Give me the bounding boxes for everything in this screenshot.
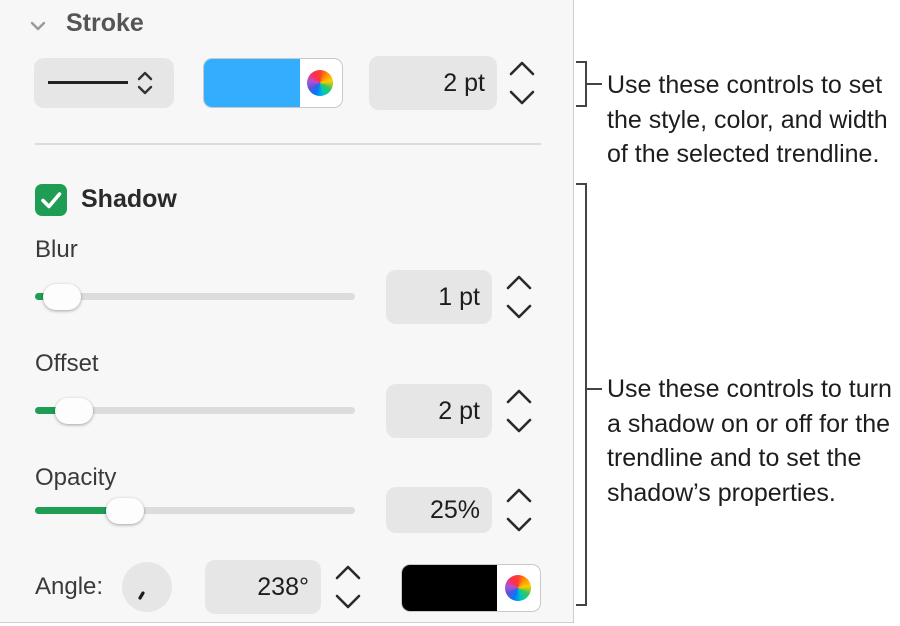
stroke-color-well[interactable] [203, 58, 343, 108]
shadow-callout-text: Use these controls to turn a shadow on o… [607, 375, 892, 507]
shadow-color-swatch [402, 565, 497, 611]
offset-slider-knob[interactable] [54, 398, 93, 424]
blur-slider-knob[interactable] [43, 284, 82, 310]
section-divider [35, 143, 541, 145]
shadow-callout-bracket [576, 183, 602, 606]
shadow-color-well[interactable] [401, 564, 541, 612]
stroke-callout-text: Use these controls to set the style, col… [607, 71, 888, 168]
stroke-section-title: Stroke [66, 9, 144, 37]
angle-value: 238° [257, 572, 309, 601]
updown-chevron-icon [137, 71, 153, 95]
shadow-section-title: Shadow [81, 185, 177, 213]
angle-stepper[interactable] [328, 561, 368, 613]
stroke-width-value: 2 pt [443, 68, 485, 97]
color-wheel-icon[interactable] [307, 70, 333, 96]
offset-stepper[interactable] [499, 385, 539, 437]
checkmark-icon [41, 192, 62, 209]
offset-value-field[interactable]: 2 pt [386, 384, 492, 438]
shadow-checkbox[interactable] [35, 184, 67, 216]
blur-value-field[interactable]: 1 pt [386, 270, 492, 324]
angle-value-field[interactable]: 238° [205, 560, 321, 614]
blur-slider-track[interactable] [35, 293, 355, 300]
stroke-width-stepper[interactable] [502, 57, 542, 109]
format-sidebar-panel: Stroke 2 pt Shadow Blur 1 pt Offset 2 pt… [0, 0, 574, 623]
opacity-stepper[interactable] [499, 484, 539, 536]
stroke-callout-bracket [576, 61, 602, 107]
color-wheel-icon[interactable] [505, 575, 531, 601]
offset-label: Offset [35, 350, 99, 377]
angle-indicator-icon [138, 591, 145, 600]
offset-value: 2 pt [438, 396, 480, 425]
opacity-value: 25% [429, 495, 480, 524]
blur-stepper[interactable] [499, 271, 539, 323]
stroke-style-popup[interactable] [34, 58, 174, 108]
blur-label: Blur [35, 236, 78, 263]
stroke-color-swatch [204, 59, 300, 107]
stroke-width-field[interactable]: 2 pt [369, 56, 497, 110]
angle-label: Angle: [35, 573, 104, 600]
opacity-slider-knob[interactable] [105, 498, 144, 524]
opacity-value-field[interactable]: 25% [386, 487, 492, 533]
chevron-down-icon[interactable] [30, 20, 46, 32]
blur-value: 1 pt [438, 282, 480, 311]
line-style-preview [48, 81, 128, 84]
angle-dial[interactable] [122, 562, 172, 612]
opacity-slider-track[interactable] [35, 507, 355, 514]
opacity-label: Opacity [35, 464, 117, 491]
